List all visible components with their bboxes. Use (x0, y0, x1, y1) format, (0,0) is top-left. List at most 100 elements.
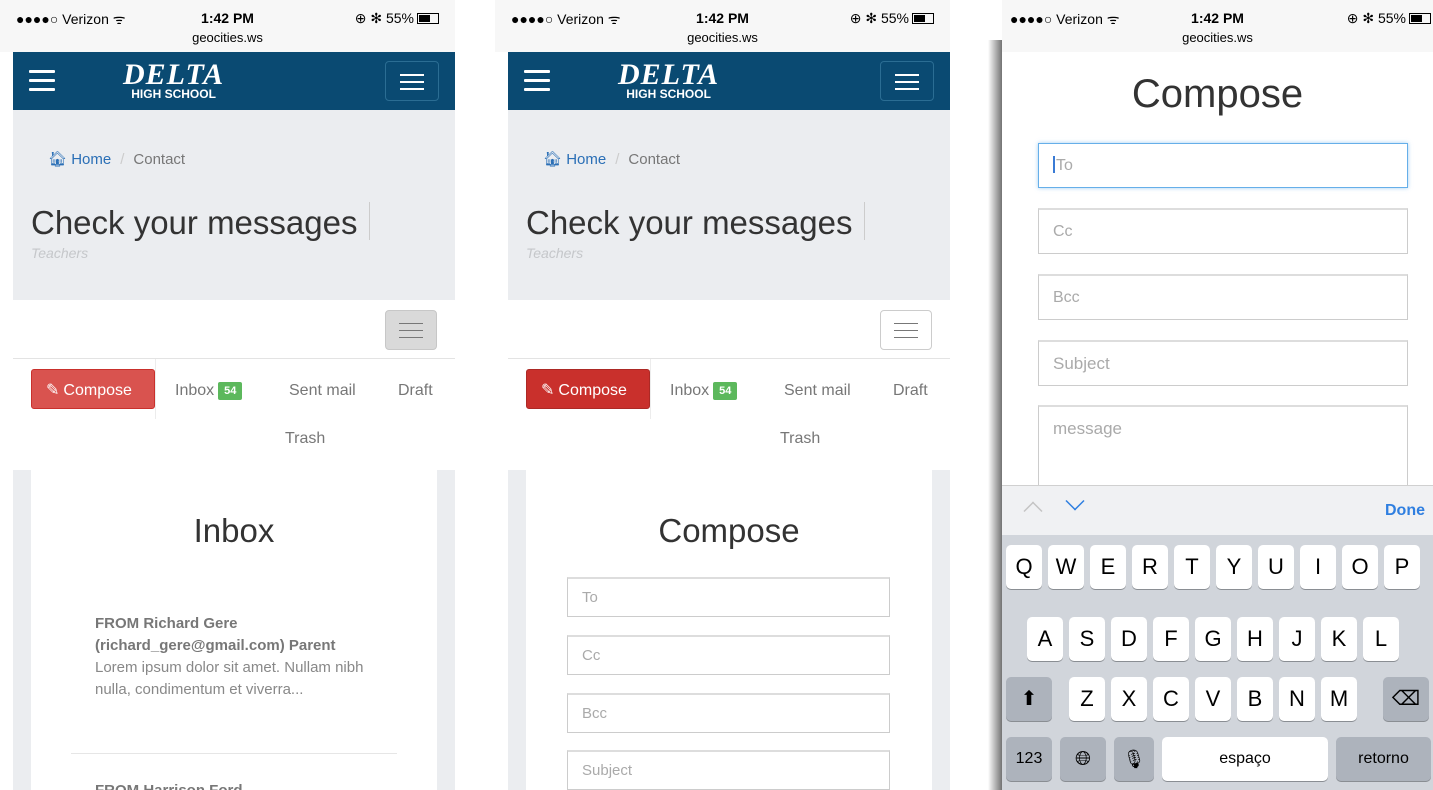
key[interactable]: P (1384, 545, 1420, 589)
key[interactable]: O (1342, 545, 1378, 589)
cc-field[interactable]: Cc (567, 635, 890, 675)
pencil-icon: ✎ (541, 382, 555, 399)
message-textarea[interactable]: message (1038, 405, 1408, 495)
mail-nav-toggle-button[interactable] (385, 310, 437, 350)
inbox-count-badge: 54 (713, 382, 738, 400)
mail-nav-toggle-button[interactable] (880, 310, 932, 350)
key[interactable]: W (1048, 545, 1084, 589)
backspace-key[interactable]: ⌫ (1383, 677, 1429, 721)
tab-draft[interactable]: Draft (398, 382, 433, 400)
tab-trash[interactable]: Trash (285, 430, 325, 448)
key[interactable]: R (1132, 545, 1168, 589)
battery-percent: ⊕ ✻ 55% (354, 10, 414, 26)
done-button[interactable]: Done (1385, 502, 1425, 520)
compose-label: Compose (63, 382, 132, 399)
key[interactable]: Y (1216, 545, 1252, 589)
navbar-toggle-button[interactable] (880, 61, 934, 101)
tab-trash[interactable]: Trash (780, 430, 820, 448)
site-logo[interactable]: DELTA HIGH SCHOOL (618, 60, 719, 101)
key[interactable]: L (1363, 617, 1399, 661)
tab-inbox[interactable]: Inbox 54 (670, 382, 738, 400)
cc-field[interactable]: Cc (1038, 208, 1408, 254)
status-icons: ⊕ ✻ 55% (850, 10, 934, 27)
tab-inbox[interactable]: Inbox 54 (175, 382, 243, 400)
key[interactable]: K (1321, 617, 1357, 661)
message-preview: Lorem ipsum dolor sit amet. Nullam nibh … (95, 659, 364, 698)
key[interactable]: M (1321, 677, 1357, 721)
key[interactable]: T (1174, 545, 1210, 589)
key[interactable]: B (1237, 677, 1273, 721)
list-item[interactable]: FROM Richard Gere (richard_gere@gmail.co… (95, 613, 395, 701)
bcc-field[interactable]: Bcc (567, 693, 890, 733)
breadcrumb-home-link[interactable]: 🏠︎ Home (48, 151, 111, 168)
key[interactable]: E (1090, 545, 1126, 589)
key[interactable]: Z (1069, 677, 1105, 721)
key[interactable]: S (1069, 617, 1105, 661)
status-bar: ●●●●○ Verizon ᯤ 1:42 PM ⊕ ✻ 55% geocitie… (1002, 0, 1433, 52)
chevron-up-icon[interactable] (1023, 501, 1043, 521)
battery-percent: ⊕ ✻ 55% (1346, 10, 1406, 26)
subject-field[interactable]: Subject (567, 750, 890, 790)
compose-button[interactable]: ✎ Compose (526, 369, 650, 409)
phone-shadow (988, 40, 1002, 790)
url-label[interactable]: geocities.ws (495, 30, 950, 45)
chevron-down-icon[interactable] (1065, 491, 1085, 511)
key[interactable]: A (1027, 617, 1063, 661)
inbox-title: Inbox (193, 512, 275, 549)
navbar-toggle-button[interactable] (385, 61, 439, 101)
status-icons: ⊕ ✻ 55% (1347, 10, 1431, 27)
microphone-icon[interactable]: 🎙︎ (1114, 737, 1154, 781)
key[interactable]: J (1279, 617, 1315, 661)
tab-draft[interactable]: Draft (893, 382, 928, 400)
page-header: 🏠︎ Home / Contact Check your messages Teac… (13, 110, 455, 300)
key[interactable]: Q (1006, 545, 1042, 589)
battery-icon (1409, 13, 1431, 24)
inbox-panel: Inbox FROM Richard Gere (richard_gere@gm… (31, 470, 437, 790)
logo-subtext: HIGH SCHOOL (131, 87, 216, 101)
compose-panel: Compose To Cc Bcc Subject (526, 470, 932, 790)
subject-field[interactable]: Subject (1038, 340, 1408, 386)
battery-icon (912, 13, 934, 24)
key[interactable]: V (1195, 677, 1231, 721)
keyboard-toolbar: Done (1002, 485, 1433, 535)
menu-icon[interactable] (29, 70, 55, 92)
breadcrumb: 🏠︎ Home / Contact (48, 151, 186, 168)
shift-key[interactable]: ⬆ (1006, 677, 1052, 721)
key[interactable]: U (1258, 545, 1294, 589)
site-logo[interactable]: DELTA HIGH SCHOOL (123, 58, 225, 101)
key[interactable]: G (1195, 617, 1231, 661)
key[interactable]: I (1300, 545, 1336, 589)
key[interactable]: N (1279, 677, 1315, 721)
status-bar: ●●●●○ Verizon ᯤ 1:42 PM ⊕ ✻ 55% geocitie… (0, 0, 455, 52)
battery-icon (417, 13, 439, 24)
shift-icon: ⬆ (1020, 688, 1038, 710)
breadcrumb-home-label: Home (71, 151, 112, 168)
numbers-key[interactable]: 123 (1006, 737, 1052, 781)
globe-icon[interactable]: 🌐︎ (1060, 737, 1106, 781)
return-key[interactable]: retorno (1336, 737, 1431, 781)
url-label[interactable]: geocities.ws (1002, 30, 1433, 45)
mail-nav: ✎ Compose Inbox 54 Sent mail Draft Trash (508, 300, 950, 470)
compose-button[interactable]: ✎ Compose (31, 369, 155, 409)
tab-sent-mail[interactable]: Sent mail (784, 382, 851, 400)
key[interactable]: X (1111, 677, 1147, 721)
space-key[interactable]: espaço (1162, 737, 1328, 781)
breadcrumb-home-link[interactable]: 🏠︎ Home (543, 151, 606, 168)
logo-text: DELTA (123, 58, 225, 91)
keyboard: Q W E R T Y U I O P A S D F G H J K L ⬆ … (1002, 535, 1433, 790)
menu-icon[interactable] (524, 70, 550, 92)
logo-subtext: HIGH SCHOOL (626, 87, 711, 101)
key[interactable]: H (1237, 617, 1273, 661)
key[interactable]: C (1153, 677, 1189, 721)
key[interactable]: D (1111, 617, 1147, 661)
to-field[interactable]: To (1038, 143, 1408, 188)
to-field[interactable]: To (567, 577, 890, 617)
bcc-field[interactable]: Bcc (1038, 274, 1408, 320)
tab-sent-mail[interactable]: Sent mail (289, 382, 356, 400)
list-item[interactable]: FROM Harrison Ford (95, 782, 243, 790)
page-title: Check your messages (31, 202, 371, 242)
key[interactable]: F (1153, 617, 1189, 661)
compose-label: Compose (558, 382, 627, 399)
page-subtitle: Teachers (31, 245, 89, 261)
url-label[interactable]: geocities.ws (0, 30, 455, 45)
